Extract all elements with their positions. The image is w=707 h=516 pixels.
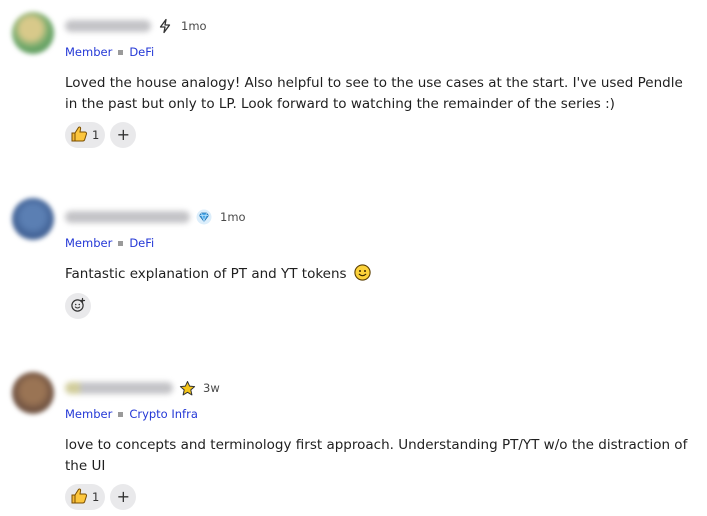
tag-link[interactable]: DeFi bbox=[129, 45, 154, 59]
comment-text: Fantastic explanation of PT and YT token… bbox=[65, 266, 347, 282]
comment-body: Fantastic explanation of PT and YT token… bbox=[65, 264, 695, 288]
timestamp: 1mo bbox=[220, 210, 246, 224]
plus-icon: + bbox=[116, 125, 131, 144]
add-reaction-button[interactable]: + bbox=[110, 484, 137, 510]
like-reaction-button[interactable]: 1 bbox=[65, 122, 106, 148]
like-count: 1 bbox=[92, 490, 100, 504]
reaction-bar bbox=[65, 293, 91, 319]
add-reaction-button[interactable] bbox=[65, 293, 91, 319]
author-meta: Member DeFi bbox=[65, 45, 154, 59]
author-row: 1mo bbox=[65, 16, 207, 36]
reaction-bar: 1 + bbox=[65, 484, 137, 510]
lightning-icon bbox=[156, 17, 174, 35]
tag-link[interactable]: DeFi bbox=[129, 236, 154, 250]
separator bbox=[118, 411, 124, 417]
add-reaction-button[interactable]: + bbox=[110, 122, 137, 148]
avatar[interactable] bbox=[12, 198, 54, 240]
author-name-blurred[interactable] bbox=[65, 382, 173, 394]
star-icon bbox=[178, 379, 196, 397]
timestamp: 1mo bbox=[181, 19, 207, 33]
diamond-icon bbox=[195, 208, 213, 226]
author-name-blurred[interactable] bbox=[65, 20, 151, 32]
avatar[interactable] bbox=[12, 372, 54, 414]
author-meta: Member Crypto Infra bbox=[65, 407, 198, 421]
add-emoji-icon bbox=[70, 297, 86, 316]
smiley-emoji-icon bbox=[354, 264, 371, 288]
author-name-blurred[interactable] bbox=[65, 211, 190, 223]
author-row: 1mo bbox=[65, 207, 246, 227]
author-meta: Member DeFi bbox=[65, 236, 154, 250]
like-count: 1 bbox=[92, 128, 100, 142]
plus-icon: + bbox=[116, 487, 131, 506]
avatar[interactable] bbox=[12, 12, 54, 54]
thumbs-up-icon bbox=[69, 486, 89, 509]
separator bbox=[118, 240, 124, 246]
comment-body: Loved the house analogy! Also helpful to… bbox=[65, 75, 683, 112]
tag-link[interactable]: Crypto Infra bbox=[129, 407, 198, 421]
comment-body: love to concepts and terminology first a… bbox=[65, 437, 688, 474]
thumbs-up-icon bbox=[69, 124, 89, 147]
like-reaction-button[interactable]: 1 bbox=[65, 484, 106, 510]
separator bbox=[118, 49, 124, 55]
role-link[interactable]: Member bbox=[65, 45, 112, 59]
reaction-bar: 1 + bbox=[65, 122, 137, 148]
role-link[interactable]: Member bbox=[65, 407, 112, 421]
role-link[interactable]: Member bbox=[65, 236, 112, 250]
timestamp: 3w bbox=[203, 381, 220, 395]
author-row: 3w bbox=[65, 378, 220, 398]
